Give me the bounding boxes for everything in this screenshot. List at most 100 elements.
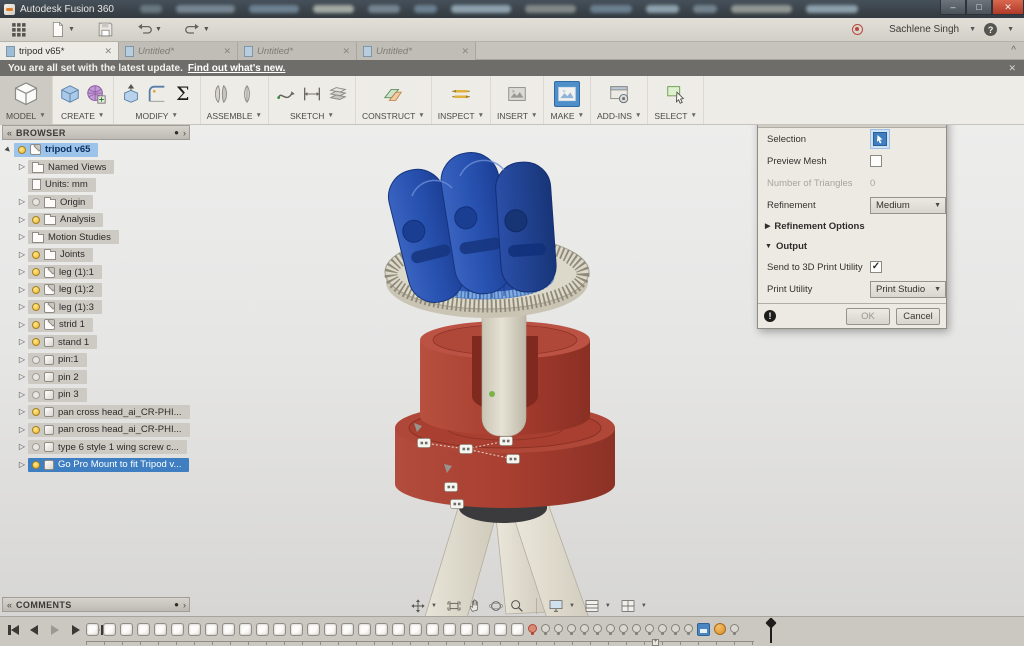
document-tab-untitled[interactable]: Untitled*✕ (238, 42, 357, 60)
tree-collapsed-icon[interactable]: ▷ (16, 162, 28, 172)
make-icon[interactable] (554, 81, 580, 107)
meshsphere-icon[interactable] (85, 83, 107, 105)
chevron-up-icon[interactable]: ^ (1011, 45, 1016, 56)
tree-collapsed-icon[interactable]: ▷ (16, 285, 28, 295)
tree-item-pan-cross-head-ai-cr-phi[interactable]: pan cross head_ai_CR-PHI... (28, 405, 190, 419)
toolbar-dropdown-create[interactable]: CREATE▼ (61, 109, 104, 122)
panel-options-icon[interactable]: ● (174, 129, 179, 137)
refinement-options-section[interactable]: ▶ Refinement Options (758, 216, 946, 236)
collapse-panel-icon[interactable]: « (7, 128, 12, 138)
measure-icon[interactable] (450, 83, 472, 105)
timeline-feature-joint[interactable] (554, 624, 563, 635)
tree-collapsed-icon[interactable]: ▷ (16, 355, 28, 365)
tree-collapsed-icon[interactable]: ▷ (16, 460, 28, 470)
tab-close-icon[interactable]: ✕ (340, 46, 352, 57)
timeline-feature-sketch[interactable] (239, 623, 252, 636)
zoom-icon[interactable] (509, 598, 525, 614)
chevron-down-icon[interactable]: ▼ (605, 603, 611, 609)
display-icon[interactable] (548, 598, 564, 614)
addins-icon[interactable] (608, 83, 630, 105)
tree-collapsed-icon[interactable]: ▷ (16, 267, 28, 277)
redo-icon[interactable] (184, 21, 201, 38)
user-name[interactable]: Sachlene Singh (889, 24, 959, 35)
pan-icon[interactable] (410, 598, 426, 614)
timeline-feature-joint[interactable] (619, 624, 628, 635)
document-tab-untitled[interactable]: Untitled*✕ (357, 42, 476, 60)
play-button[interactable] (70, 623, 83, 636)
close-icon[interactable]: ✕ (1008, 63, 1016, 74)
tree-item-pin-2[interactable]: pin 2 (28, 370, 87, 384)
tree-item-units-mm[interactable]: Units: mm (28, 178, 96, 192)
tree-collapsed-icon[interactable]: ▷ (16, 250, 28, 260)
chevron-down-icon[interactable]: ▼ (569, 603, 575, 609)
visibility-bulb-icon[interactable] (32, 303, 40, 311)
visibility-bulb-icon[interactable] (32, 268, 40, 276)
refinement-dropdown[interactable]: Medium ▼ (870, 197, 946, 214)
tree-item-stand-1[interactable]: stand 1 (28, 335, 97, 349)
collapse-panel-icon[interactable]: « (7, 600, 12, 610)
print-utility-dropdown[interactable]: Print Studio ▼ (870, 281, 946, 298)
chevron-down-icon[interactable]: ▼ (1007, 26, 1014, 33)
whats-new-link[interactable]: Find out what's new. (188, 63, 286, 74)
viewports-icon[interactable] (620, 598, 636, 614)
timeline-feature-sketch[interactable] (358, 623, 371, 636)
skip-to-start-button[interactable] (7, 623, 20, 636)
tree-item-go-pro-mount-to-fit-tripod-v[interactable]: Go Pro Mount to fit Tripod v... (28, 458, 189, 472)
output-section[interactable]: ▼ Output (758, 236, 946, 256)
tree-collapsed-icon[interactable]: ▷ (16, 390, 28, 400)
tree-collapsed-icon[interactable]: ▷ (16, 232, 28, 242)
record-icon[interactable] (852, 24, 863, 35)
cancel-button[interactable]: Cancel (896, 308, 940, 325)
toolbar-dropdown-model[interactable]: MODEL▼ (6, 109, 46, 122)
select-icon[interactable] (665, 83, 687, 105)
chevron-down-icon[interactable]: ▼ (969, 26, 976, 33)
timeline-group-marker[interactable]: + (652, 639, 659, 646)
tree-item-tripod-v65[interactable]: tripod v65 (14, 143, 98, 157)
ok-button[interactable]: OK (846, 308, 890, 325)
tree-collapsed-icon[interactable]: ▷ (16, 302, 28, 312)
toolbar-dropdown-make[interactable]: MAKE▼ (550, 109, 584, 122)
tab-close-icon[interactable]: ✕ (459, 46, 471, 57)
timeline-feature-sketch[interactable] (409, 623, 422, 636)
visibility-bulb-icon[interactable] (32, 216, 40, 224)
timeline-feature-sketch[interactable] (375, 623, 388, 636)
toolbar-dropdown-insert[interactable]: INSERT▼ (497, 109, 537, 122)
timeline-feature-sketch[interactable] (120, 623, 133, 636)
visibility-bulb-icon[interactable] (32, 443, 40, 451)
tree-collapsed-icon[interactable]: ▷ (16, 215, 28, 225)
timeline-feature-sketch[interactable] (494, 623, 507, 636)
tree-item-named-views[interactable]: Named Views (28, 160, 114, 174)
tab-close-icon[interactable]: ✕ (221, 46, 233, 57)
timeline-feature-sketch[interactable] (188, 623, 201, 636)
timeline-playhead[interactable] (766, 619, 776, 643)
timeline-feature-joint[interactable] (730, 624, 739, 635)
timeline-feature-sketch[interactable] (273, 623, 286, 636)
chevron-right-icon[interactable]: › (183, 600, 186, 610)
timeline-feature-sketch[interactable] (511, 623, 524, 636)
tree-item-strid-1[interactable]: strid 1 (28, 318, 93, 332)
tree-item-pan-cross-head-ai-cr-phi[interactable]: pan cross head_ai_CR-PHI... (28, 423, 190, 437)
timeline-feature-sketch[interactable] (103, 623, 116, 636)
toolbar-dropdown-sketch[interactable]: SKETCH▼ (290, 109, 334, 122)
timeline-feature-sketch[interactable] (290, 623, 303, 636)
undo-icon[interactable] (136, 21, 153, 38)
save-icon[interactable] (97, 21, 114, 38)
toolbar-dropdown-assemble[interactable]: ASSEMBLE▼ (207, 109, 262, 122)
tree-collapsed-icon[interactable]: ▷ (16, 320, 28, 330)
cube3d-icon[interactable] (11, 80, 41, 108)
tree-item-analysis[interactable]: Analysis (28, 213, 103, 227)
chevron-down-icon[interactable]: ▼ (641, 603, 647, 609)
timeline-feature-joint[interactable] (684, 624, 693, 635)
visibility-bulb-icon[interactable] (32, 251, 40, 259)
presspull-icon[interactable] (120, 83, 142, 105)
timeline-feature-sketch[interactable] (86, 623, 99, 636)
toolbar-dropdown-modify[interactable]: MODIFY▼ (135, 109, 178, 122)
bluebox-icon[interactable] (59, 83, 81, 105)
tree-collapsed-icon[interactable]: ▷ (16, 425, 28, 435)
sheet-icon[interactable] (327, 83, 349, 105)
minimize-button[interactable]: – (940, 0, 966, 15)
planes-icon[interactable] (382, 83, 404, 105)
panel-options-icon[interactable]: ● (174, 601, 179, 609)
tree-item-leg-1-2[interactable]: leg (1):2 (28, 283, 102, 297)
visibility-bulb-icon[interactable] (32, 338, 40, 346)
